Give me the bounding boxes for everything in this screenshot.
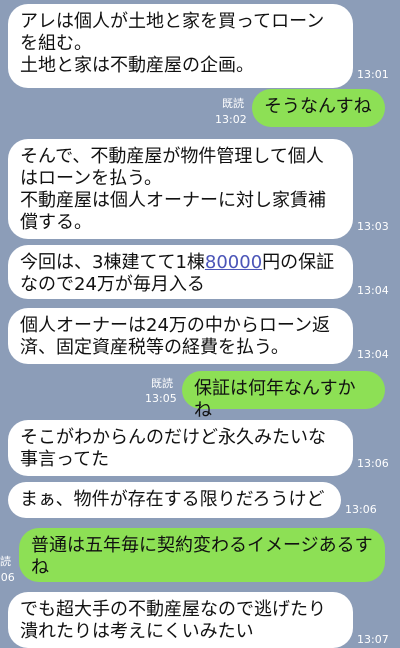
message-bubble-incoming[interactable]: そんで、不動産屋が物件管理して個人はローンを払う。 不動産屋は個人オーナーに対し… xyxy=(8,139,353,239)
chat-area[interactable]: アレは個人が土地と家を買ってローンを組む。 土地と家は不動産屋の企画。 13:0… xyxy=(0,0,400,648)
message-time: 13:06 xyxy=(357,457,389,470)
message-time: 13:07 xyxy=(357,633,389,646)
message-bubble-incoming[interactable]: 今回は、3棟建てて1棟80000円の保証なので24万が毎月入る xyxy=(8,245,353,299)
message-time: 13:03 xyxy=(357,220,389,233)
message-bubble-incoming[interactable]: まぁ、物件が存在する限りだろうけど xyxy=(8,482,341,518)
message-time: 13:01 xyxy=(357,68,389,81)
message-time: 13:02 xyxy=(215,113,247,126)
message-time: 13:05 xyxy=(145,392,177,405)
message-time: 13:04 xyxy=(357,284,389,297)
message-bubble-incoming[interactable]: そこがわからんのだけど永久みたいな事言ってた xyxy=(8,420,353,476)
read-receipt: 既読 xyxy=(151,377,173,390)
message-bubble-incoming[interactable]: でも超大手の不動産屋なので逃げたり潰れたりは考えにくいみたい xyxy=(8,592,353,648)
number-link[interactable]: 80000 xyxy=(205,252,262,273)
message-text: 今回は、3棟建てて1棟 xyxy=(20,252,205,273)
message-bubble-outgoing[interactable]: 保証は何年なんすかね xyxy=(182,371,385,421)
message-bubble-incoming[interactable]: 個人オーナーは24万の中からローン返済、固定資産税等の経費を払う。 xyxy=(8,308,353,364)
message-time: 13:06 xyxy=(0,571,15,584)
message-time: 13:04 xyxy=(357,348,389,361)
read-receipt: 既読 xyxy=(222,97,244,110)
message-bubble-outgoing[interactable]: そうなんすね xyxy=(252,89,385,127)
message-bubble-incoming[interactable]: アレは個人が土地と家を買ってローンを組む。 土地と家は不動産屋の企画。 xyxy=(8,4,353,88)
message-time: 13:06 xyxy=(345,503,377,516)
read-receipt: 既読 xyxy=(0,555,11,568)
message-bubble-outgoing[interactable]: 普通は五年毎に契約変わるイメージあるすね xyxy=(19,528,385,582)
